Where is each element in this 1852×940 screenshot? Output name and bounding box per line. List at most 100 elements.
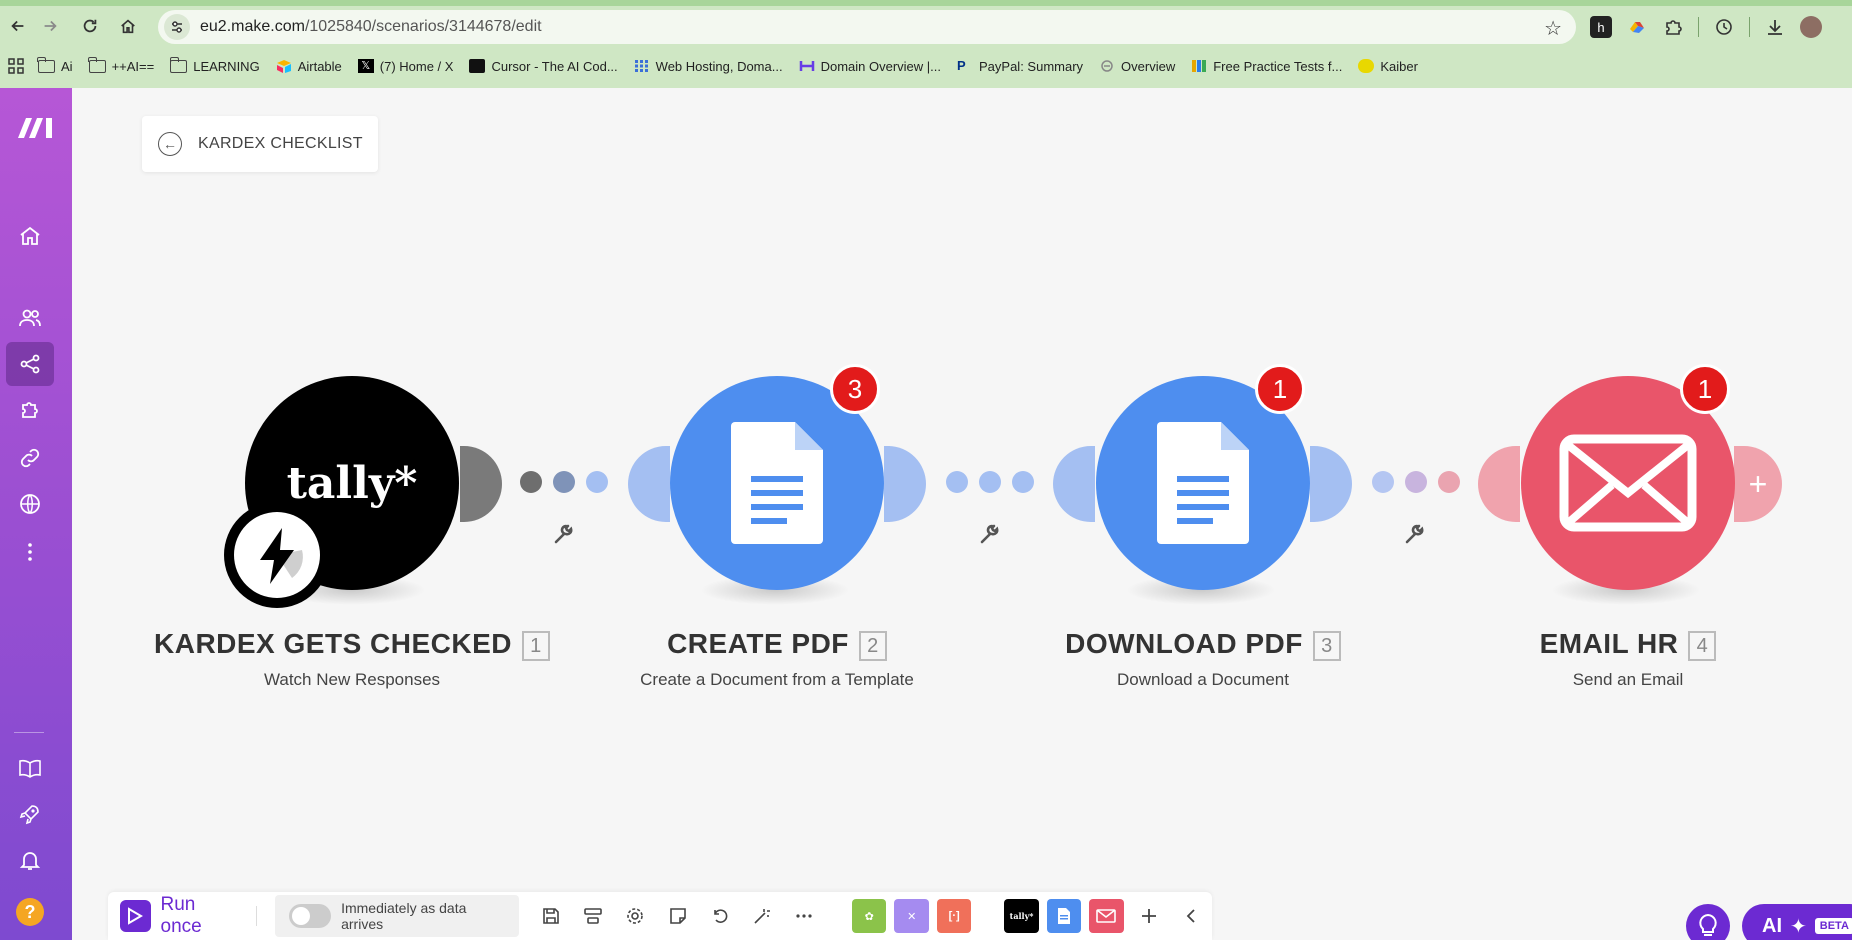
module-connector-left [1478,446,1520,522]
airtable-icon [276,60,291,73]
bookmark-airtable[interactable]: Airtable [276,59,342,74]
puzzle-icon [22,402,38,418]
back-icon[interactable] [0,8,36,44]
books-icon [1192,60,1207,72]
history-icon[interactable] [1713,16,1735,38]
module-subtitle: Create a Document from a Template [640,670,914,689]
sparkle-icon: ✦ [1790,915,1807,938]
flow-control-icon[interactable]: ✕ [894,899,929,933]
connection-dot [946,471,968,493]
site-info-icon[interactable] [164,14,190,40]
add-icon[interactable] [1128,892,1170,940]
bookmark-paypal[interactable]: P PayPal: Summary [957,59,1083,74]
sidebar-item-connections[interactable] [6,436,54,480]
module-subtitle: Send an Email [1572,670,1684,689]
module-number: 1 [521,630,550,661]
run-once-button[interactable]: Run once [120,894,238,938]
lightbulb-icon[interactable] [1686,904,1730,940]
module-title: CREATE PDF 2 [567,628,987,661]
bookmark-learning[interactable]: LEARNING [169,56,260,74]
url-host: eu2.make.com [200,18,305,35]
sidebar-item-team[interactable] [6,296,54,340]
extension-color-icon[interactable] [1626,16,1648,38]
bookmark-domain-overview[interactable]: Domain Overview |... [799,59,941,74]
profile-avatar[interactable] [1800,16,1822,38]
notes-icon[interactable] [657,892,699,940]
scenario-title[interactable]: KARDEX CHECKLIST [198,135,363,153]
sidebar-item-more[interactable] [6,530,54,574]
extensions-puzzle-icon[interactable] [1662,16,1684,38]
bookmark-web-hosting[interactable]: Web Hosting, Doma... [634,59,783,74]
overview-icon [1101,60,1113,72]
bookmark-ai-plus[interactable]: ++AI== [87,56,154,74]
users-icon [19,309,41,327]
module-title: KARDEX GETS CHECKED 1 [142,628,562,661]
sidebar-item-docs[interactable] [6,746,54,790]
bookmarks-bar: Ai ++AI== LEARNING Airtable 𝕏 (7) Home /… [0,52,1852,80]
sidebar-item-scenarios[interactable] [6,342,54,386]
globe-icon [20,494,40,514]
sidebar-item-notifications[interactable] [6,838,54,882]
book-icon [19,759,41,778]
bookmark-kaiber[interactable]: Kaiber [1358,59,1418,74]
magic-wand-icon[interactable] [741,892,783,940]
bookmark-ai[interactable]: Ai [37,56,73,74]
email-icon[interactable] [1089,899,1124,933]
save-icon[interactable] [530,892,572,940]
filter-wrench-icon[interactable] [552,522,576,546]
bookmark-cursor[interactable]: Cursor - The AI Cod... [469,59,618,74]
google-docs-icon[interactable] [1046,899,1082,933]
bookmark-overview[interactable]: Overview [1099,59,1175,74]
forward-icon[interactable] [32,8,68,44]
settings-icon[interactable] [614,892,656,940]
extension-h-icon[interactable]: h [1590,16,1612,38]
connection-dot [586,471,608,493]
schedule-toggle[interactable] [289,904,332,928]
connection-dot [1012,471,1034,493]
help-icon[interactable]: ? [16,898,44,926]
module-title: DOWNLOAD PDF 3 [993,628,1413,661]
module-subtitle: Download a Document [1117,670,1289,689]
undo-icon[interactable] [699,892,741,940]
text-parser-icon[interactable]: [·] [936,899,972,933]
operations-badge[interactable]: 1 [1680,364,1730,414]
tools-icon[interactable]: ✿ [852,899,887,933]
sidebar-item-home[interactable] [6,214,54,258]
sidebar-item-apps[interactable] [6,388,54,432]
schedule-setting[interactable]: Immediately as data arrives [275,895,519,937]
filter-wrench-icon[interactable] [1403,522,1427,546]
filter-wrench-icon[interactable] [978,522,1002,546]
tally-icon[interactable]: tally* [1004,899,1039,933]
bookmark-x-home[interactable]: 𝕏 (7) Home / X [357,59,453,74]
collapse-chevron-icon[interactable] [1170,892,1212,940]
x-icon: 𝕏 [357,59,374,73]
module-number: 4 [1688,630,1717,661]
address-bar-row: eu2.make.com/1025840/scenarios/3144678/e… [0,8,1852,44]
cursor-icon [469,59,486,73]
bookmark-practice-tests[interactable]: Free Practice Tests f... [1191,59,1342,74]
downloads-icon[interactable] [1764,16,1786,38]
more-icon[interactable] [783,892,825,940]
sidebar-item-launch[interactable] [6,792,54,836]
make-logo-icon[interactable] [10,114,62,144]
module-connector-left [1053,446,1095,522]
add-module-icon[interactable]: + [1734,446,1782,522]
autoalign-icon[interactable] [572,892,614,940]
operations-badge[interactable]: 3 [830,364,880,414]
bookmark-star-icon[interactable]: ☆ [1544,16,1562,41]
apps-grid-icon[interactable] [8,58,24,74]
url-input[interactable]: eu2.make.com/1025840/scenarios/3144678/e… [158,10,1576,44]
home-icon[interactable] [110,8,146,44]
ai-assistant-button[interactable]: AI ✦ BETA [1742,904,1852,940]
connection-dot [1405,471,1427,493]
bell-icon [19,852,41,870]
sidebar-item-webhooks[interactable] [6,482,54,526]
toolbar-divider [256,906,258,926]
reload-icon[interactable] [72,8,108,44]
module-connector-right [1310,446,1352,522]
folder-icon [87,56,106,73]
back-arrow-icon[interactable]: ← [158,132,182,156]
connection-dot [520,471,542,493]
paypal-icon: P [957,58,966,73]
operations-badge[interactable]: 1 [1255,364,1305,414]
